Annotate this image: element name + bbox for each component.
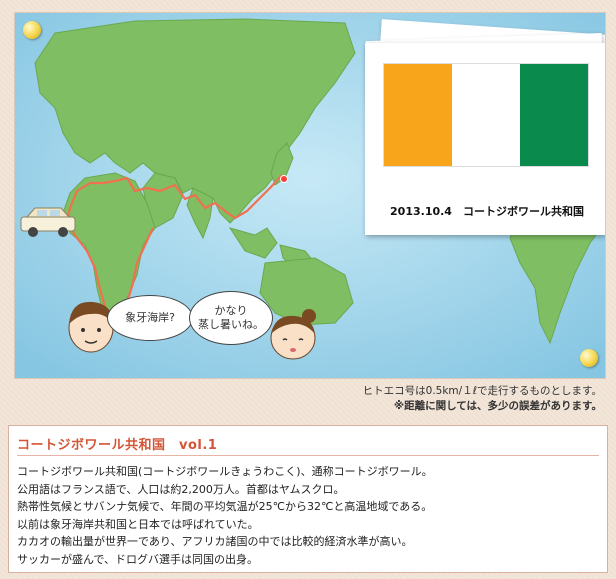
flag-photo: 2013.10.4 コートジボワール共和国 [365, 43, 605, 235]
current-location-marker [280, 175, 288, 183]
girl-speech-line1: かなり [214, 304, 248, 317]
car-icon [20, 207, 76, 237]
map-note-line1: ヒトエコ号は0.5km/１ℓで走行するものとします。 [362, 385, 602, 397]
ivory-coast-flag [383, 63, 589, 167]
girl-speech-line2: 蒸し暑いね。 [198, 318, 264, 331]
info-text-list: コートジボワール共和国(コートジボワールきょうわこく)、通称コートジボワール。 … [17, 463, 433, 568]
info-line: コートジボワール共和国(コートジボワールきょうわこく)、通称コートジボワール。 [17, 465, 433, 478]
flag-stripe-green [520, 64, 588, 166]
info-line: カカオの輸出量が世界一であり、アフリカ諸国の中では比較的経済水準が高い。 [17, 535, 413, 548]
info-line: 公用語はフランス語で、人口は約2,200万人。首都はヤムスクロ。 [17, 482, 345, 496]
girl-speech-bubble: かなり 蒸し暑いね。 [189, 291, 273, 345]
flag-stripe-white [452, 64, 520, 166]
info-line: 以前は象牙海岸共和国と日本では呼ばれていた。 [17, 517, 259, 531]
info-title: コートジボワール共和国 vol.1 [17, 438, 218, 453]
flag-photo-stack: 2013.10.4 コートジボワール共和国 [359, 19, 605, 245]
pushpin-icon [580, 349, 598, 367]
boy-speech-text: 象牙海岸? [125, 311, 175, 324]
map-note-line2: ※距離に関しては、多少の誤差があります。 [393, 400, 602, 412]
world-map: 2013.10.4 コートジボワール共和国 象牙海岸? かなり 蒸し暑いね。 [14, 12, 606, 379]
photo-caption: 2013.10.4 コートジボワール共和国 [390, 205, 584, 218]
info-line: サッカーが盛んで、ドログバ選手は同国の出身。 [17, 552, 259, 566]
flag-stripe-orange [384, 64, 452, 166]
pushpin-icon [23, 21, 41, 39]
map-notes: ヒトエコ号は0.5km/１ℓで走行するものとします。 ※距離に関しては、多少の誤… [363, 384, 602, 414]
info-divider [17, 455, 599, 456]
girl-avatar [270, 309, 316, 360]
boy-speech-bubble: 象牙海岸? [107, 295, 193, 341]
info-line: 熱帯性気候とサバンナ気候で、年間の平均気温が25℃から32℃と高温地域である。 [17, 500, 433, 513]
country-info-panel: コートジボワール共和国 vol.1 コートジボワール共和国(コートジボワールきょ… [8, 425, 608, 573]
